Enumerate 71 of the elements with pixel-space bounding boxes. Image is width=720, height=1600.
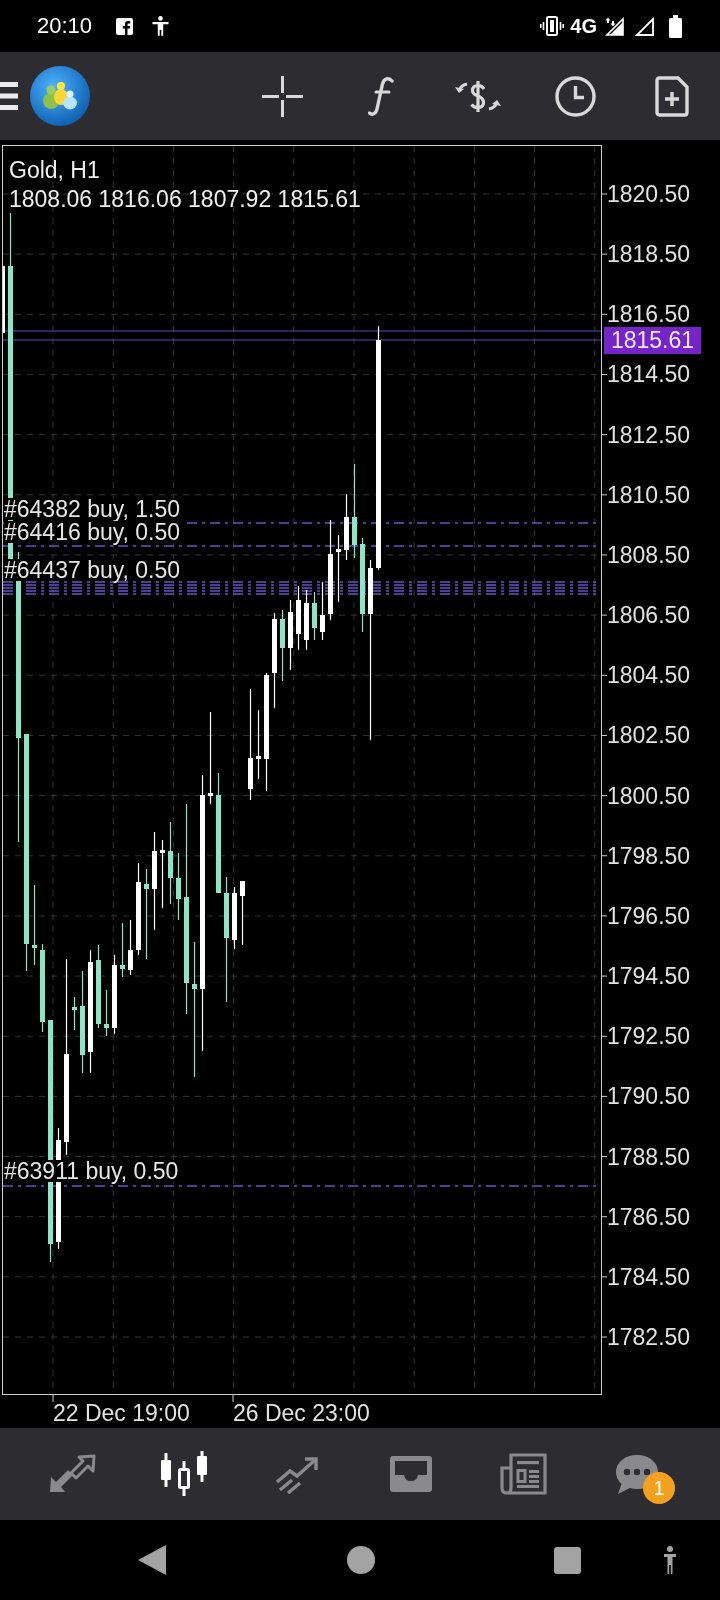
chart-title: Gold, H1 [9, 156, 100, 184]
signal-data-icon [605, 16, 624, 36]
price-axis-label: 1788.50 [607, 1144, 691, 1169]
candlestick [120, 923, 125, 977]
notification-badge: 1 [643, 1472, 675, 1504]
price-axis-label: 1786.50 [607, 1204, 691, 1229]
price-axis-label: 1814.50 [607, 362, 691, 387]
menu-icon[interactable] [0, 82, 18, 110]
time-axis-label: 22 Dec 19:00 [53, 1401, 190, 1425]
back-icon[interactable] [138, 1545, 166, 1575]
price-axis-label: 1818.50 [607, 242, 691, 267]
f-logo-icon [116, 17, 134, 35]
price-axis-label: 1804.50 [607, 663, 691, 688]
candlestick [160, 840, 165, 908]
price-axis-label: 1796.50 [607, 903, 691, 928]
order-label: #64416 buy, 0.50 [4, 520, 183, 543]
price-axis-label: 1808.50 [607, 542, 691, 567]
network-type-label: 4G [570, 14, 597, 38]
signal-icon [635, 16, 654, 36]
price-axis-label: 1798.50 [607, 843, 691, 868]
price-axis-label: 1790.50 [607, 1084, 691, 1109]
recent-apps-icon[interactable] [554, 1546, 581, 1574]
candlestick [104, 990, 109, 1036]
newspaper-icon[interactable] [499, 1452, 548, 1496]
candlestick [3, 266, 5, 333]
accessibility-icon [152, 16, 170, 36]
candlestick [296, 586, 301, 650]
app-logo-icon[interactable] [30, 66, 90, 126]
order-label: #63911 buy, 0.50 [4, 1160, 181, 1182]
candlestick [344, 494, 349, 560]
dollar-exchange-icon[interactable] [454, 78, 502, 114]
candlestick [176, 853, 181, 920]
price-axis-label: 1806.50 [607, 603, 691, 628]
price-axis-label: 1792.50 [607, 1024, 691, 1049]
candlestick [320, 582, 325, 640]
crosshair-icon[interactable] [262, 75, 303, 117]
trade-arrows-icon[interactable] [47, 1454, 96, 1494]
candlestick [304, 590, 309, 650]
current-price-label: 1815.61 [604, 327, 701, 354]
candlestick [72, 997, 77, 1030]
price-axis-label: 1820.50 [607, 182, 691, 206]
ohlc-values: 1808.06 1816.06 1807.92 1815.61 [9, 185, 361, 213]
accessibility-icon[interactable] [664, 1546, 676, 1574]
price-axis-label: 1810.50 [607, 482, 691, 507]
candlestick [128, 920, 133, 975]
home-icon[interactable] [347, 1546, 375, 1574]
price-axis-label: 1812.50 [607, 422, 691, 447]
status-time: 20:10 [37, 13, 93, 39]
time-axis-label: 26 Dec 23:00 [233, 1401, 370, 1425]
function-icon[interactable] [368, 76, 394, 116]
price-axis-label: 1782.50 [607, 1325, 691, 1350]
candlestick [336, 535, 341, 602]
trend-arrow-icon[interactable] [274, 1454, 321, 1494]
price-axis-label: 1794.50 [607, 964, 691, 989]
candlestick [240, 881, 245, 945]
price-axis-label: 1816.50 [607, 302, 691, 327]
vibrate-icon [540, 16, 565, 36]
order-label: #64437 buy, 0.50 [4, 559, 183, 581]
battery-icon [668, 14, 683, 38]
candlestick [288, 600, 293, 670]
inbox-tray-icon[interactable] [387, 1454, 434, 1494]
new-document-icon[interactable] [655, 75, 689, 117]
candlestick [256, 710, 261, 779]
candlestick-chart-icon[interactable] [160, 1451, 209, 1497]
price-axis-label: 1800.50 [607, 783, 691, 808]
price-axis-label: 1784.50 [607, 1264, 691, 1289]
candlestick [280, 610, 285, 681]
candlestick [232, 887, 237, 949]
candlestick [312, 592, 317, 640]
clock-icon[interactable] [555, 75, 596, 117]
price-axis-label: 1802.50 [607, 723, 691, 748]
